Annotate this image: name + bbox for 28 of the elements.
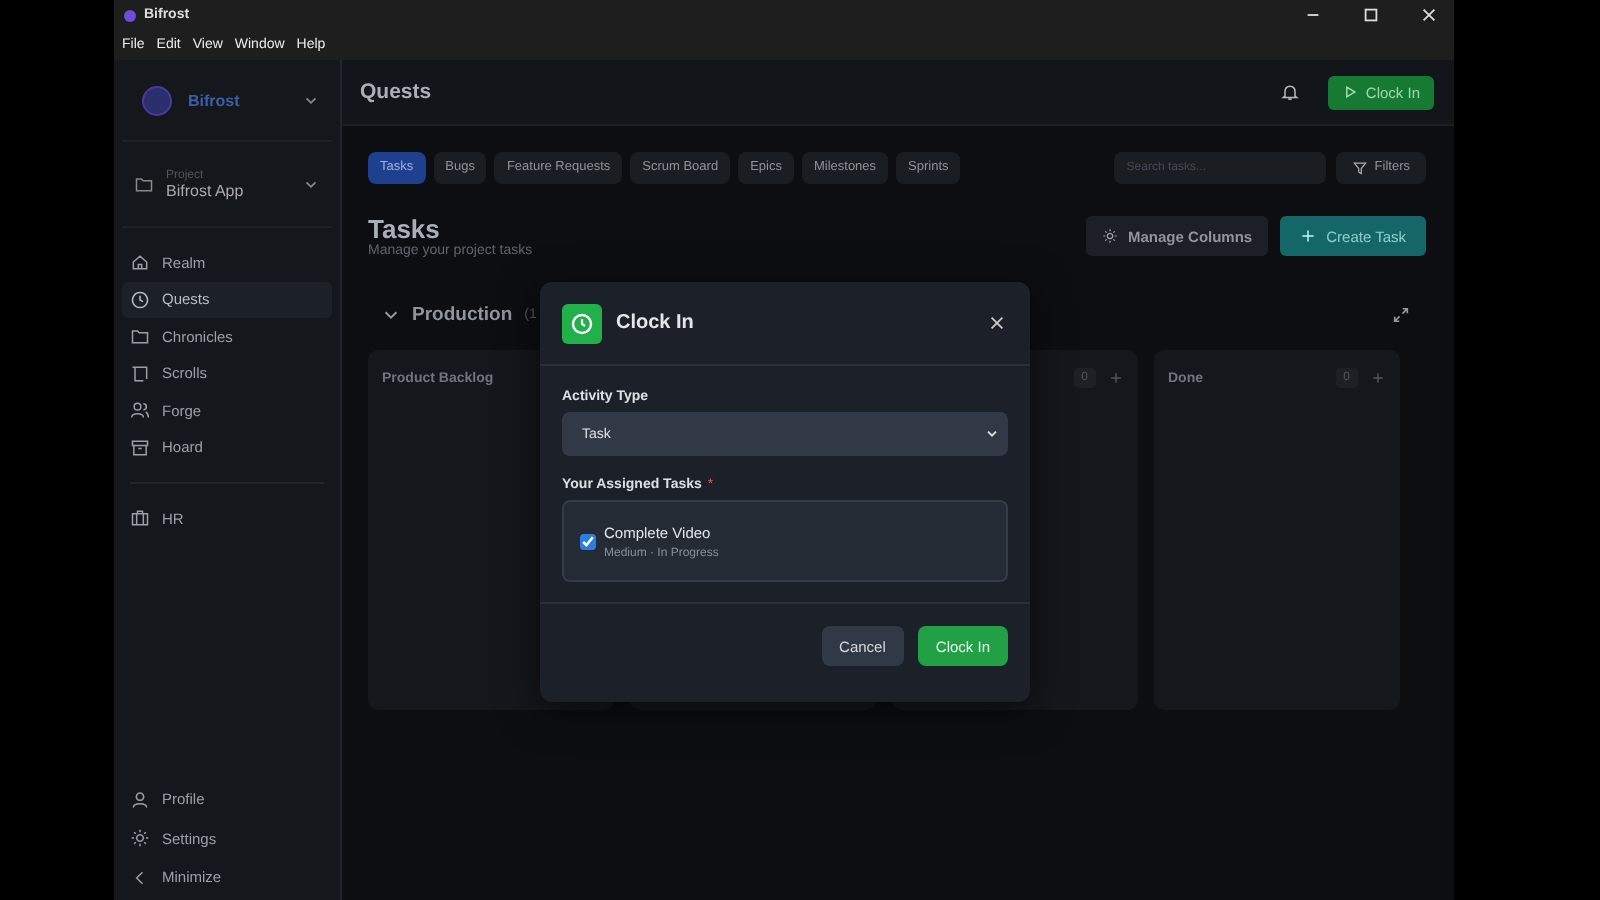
close-icon[interactable] <box>1420 6 1438 24</box>
task-checkbox[interactable] <box>580 533 596 549</box>
bell-icon[interactable] <box>1279 82 1300 102</box>
nav-icon <box>130 289 150 310</box>
filter-icon <box>1352 159 1369 175</box>
nav-icon <box>130 363 150 384</box>
maximize-icon[interactable] <box>1362 6 1380 24</box>
chevron-down-icon <box>984 426 1000 442</box>
nav-icon <box>130 400 150 421</box>
nav-icon <box>130 326 150 347</box>
nav-icon <box>130 828 150 849</box>
dialog-title: Clock In <box>616 312 694 334</box>
briefcase-icon <box>130 508 150 529</box>
nav-icon <box>130 437 150 458</box>
nav-icon <box>130 252 150 273</box>
folder-icon <box>134 174 154 194</box>
expand-icon[interactable] <box>1392 305 1410 323</box>
app-logo-icon <box>124 9 136 21</box>
page-header-title: Quests <box>360 80 432 104</box>
settings-icon <box>1102 228 1119 244</box>
page-title: Tasks <box>368 214 442 244</box>
plus-icon <box>1300 228 1317 244</box>
nav-icon <box>130 789 150 810</box>
workspace-avatar-icon <box>142 85 172 115</box>
close-icon[interactable] <box>988 314 1006 332</box>
group-title: Production <box>412 303 513 325</box>
clock-icon <box>562 303 602 343</box>
play-icon <box>1341 84 1358 100</box>
